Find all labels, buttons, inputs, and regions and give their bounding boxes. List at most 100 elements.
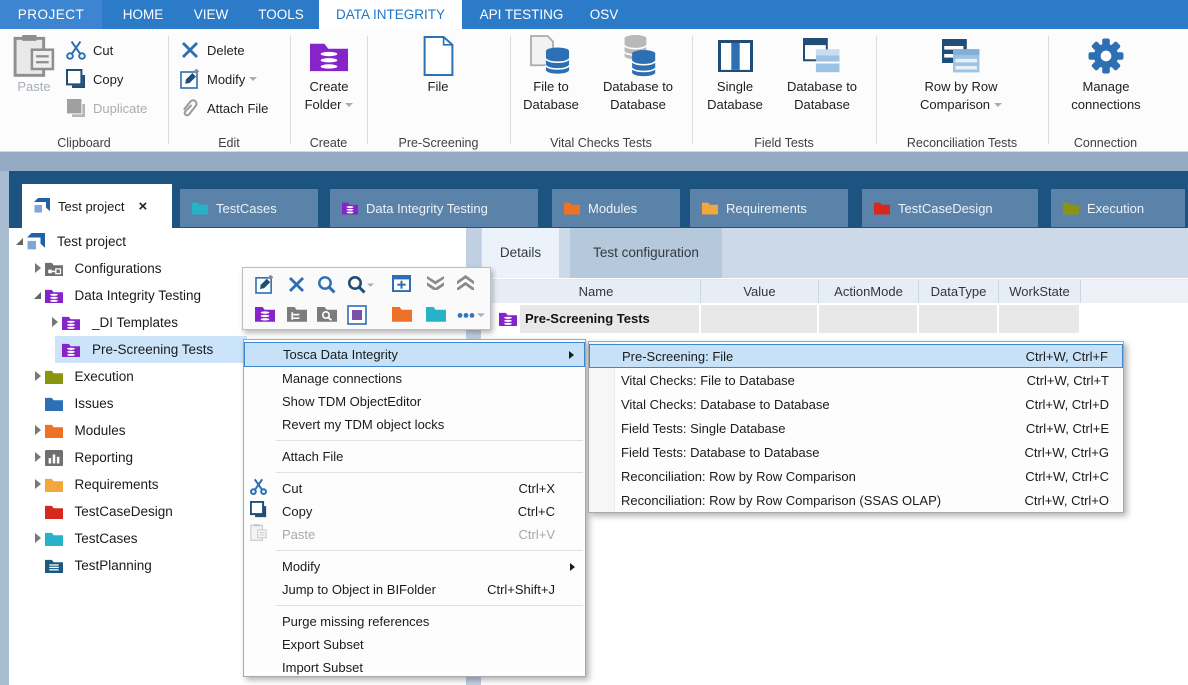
menu-item-export-subset[interactable]: Export Subset xyxy=(244,633,585,656)
tree-expander-collapsed-icon[interactable] xyxy=(35,452,41,462)
ribbon-button-file[interactable]: File xyxy=(408,34,468,96)
document-tab-test-project[interactable]: Test project× xyxy=(22,184,172,228)
tree-item-label: Data Integrity Testing xyxy=(75,282,202,309)
tree-expander-expanded-icon[interactable] xyxy=(34,292,41,299)
tree-expander-collapsed-icon[interactable] xyxy=(35,479,41,489)
submenu-item-3[interactable]: Vital Checks: Database to DatabaseCtrl+W… xyxy=(589,392,1123,416)
toolbar-folder-orange-icon[interactable] xyxy=(392,305,412,322)
folder-icon xyxy=(564,201,580,214)
duplicate-icon xyxy=(66,98,86,118)
toolbar-dots-more-icon[interactable] xyxy=(456,305,486,325)
menu-item-manage-connections[interactable]: Manage connections xyxy=(244,367,585,390)
submenu-item-1[interactable]: Pre-Screening: FileCtrl+W, Ctrl+F xyxy=(589,344,1123,368)
ribbon-button-database-to-database[interactable]: Database toDatabase xyxy=(593,34,683,113)
ribbon-button-cut[interactable]: Cut xyxy=(66,37,113,63)
menu-tab-home[interactable]: HOME xyxy=(112,0,174,29)
toolbar-expand-box-icon[interactable] xyxy=(392,275,411,292)
submenu-item-5[interactable]: Field Tests: Database to DatabaseCtrl+W,… xyxy=(589,440,1123,464)
ribbon-button-delete[interactable]: Delete xyxy=(180,37,245,63)
document-tab-modules[interactable]: Modules xyxy=(552,189,680,227)
grid-column-header-workstate[interactable]: WorkState xyxy=(999,280,1081,303)
menu-item-revert-my-tdm-object-locks[interactable]: Revert my TDM object locks xyxy=(244,413,585,436)
document-tab-testcases[interactable]: TestCases xyxy=(180,189,318,227)
ribbon-button-attach-file[interactable]: Attach File xyxy=(180,95,268,121)
toolbar-search-icon[interactable] xyxy=(317,275,336,294)
copy-icon xyxy=(66,69,86,89)
ribbon-button-copy[interactable]: Copy xyxy=(66,66,123,92)
tree-expander-collapsed-icon[interactable] xyxy=(35,425,41,435)
menu-item-import-subset[interactable]: Import Subset xyxy=(244,656,585,679)
menu-item-jump-to-object-in-bifolder[interactable]: Jump to Object in BIFolderCtrl+Shift+J xyxy=(244,578,585,601)
menu-item-cut[interactable]: CutCtrl+X xyxy=(244,477,585,500)
ribbon-button-label2-text: Database xyxy=(610,97,666,112)
submenu-item-6[interactable]: Reconciliation: Row by Row ComparisonCtr… xyxy=(589,464,1123,488)
ribbon-button-duplicate[interactable]: Duplicate xyxy=(66,95,147,121)
menu-tab-tools[interactable]: TOOLS xyxy=(248,0,314,29)
toolbar-chevrons-down-icon[interactable] xyxy=(426,275,445,290)
document-tab-testcasedesign[interactable]: TestCaseDesign xyxy=(862,189,1038,227)
menu-item-attach-file[interactable]: Attach File xyxy=(244,445,585,468)
close-tab-icon[interactable]: × xyxy=(138,198,147,215)
grid-column-header-value[interactable]: Value xyxy=(701,280,819,303)
ribbon-button-row-by-row-comparison[interactable]: Row by RowComparison xyxy=(906,34,1016,113)
submenu-item-2[interactable]: Vital Checks: File to DatabaseCtrl+W, Ct… xyxy=(589,368,1123,392)
tree-expander-collapsed-icon[interactable] xyxy=(35,371,41,381)
tree-expander-collapsed-icon[interactable] xyxy=(52,317,58,327)
grid-row[interactable]: Pre-Screening Tests xyxy=(492,305,1188,333)
document-tab-data-integrity-testing[interactable]: Data Integrity Testing xyxy=(330,189,538,227)
menu-tab-api-testing[interactable]: API TESTING xyxy=(468,0,575,29)
toolbar-folder-teal-icon[interactable] xyxy=(426,305,446,322)
ribbon-button-database-to-database[interactable]: Database toDatabase xyxy=(777,34,867,113)
ribbon-button-label2: Folder xyxy=(297,96,361,114)
document-tab-requirements[interactable]: Requirements xyxy=(690,189,848,227)
grid-column-header-name[interactable]: Name xyxy=(492,280,701,303)
menu-tab-view[interactable]: VIEW xyxy=(182,0,240,29)
menu-item-tosca-data-integrity[interactable]: Tosca Data Integrity xyxy=(244,342,585,367)
menu-item-paste[interactable]: PasteCtrl+V xyxy=(244,523,585,546)
details-tabstrip: DetailsTest configuration xyxy=(481,228,1188,278)
menu-item-purge-missing-references[interactable]: Purge missing references xyxy=(244,610,585,633)
ribbon-button-label2: Comparison xyxy=(906,96,1016,114)
toolbar-folder-db-purple-icon[interactable] xyxy=(255,305,275,322)
toolbar-modify-icon[interactable] xyxy=(255,275,274,294)
toolbar-folder-search-icon[interactable] xyxy=(317,305,337,322)
menu-item-modify[interactable]: Modify xyxy=(244,555,585,578)
menu-item-copy[interactable]: CopyCtrl+C xyxy=(244,500,585,523)
ribbon-button-label2-text: Comparison xyxy=(920,97,990,112)
tree-folder-icon xyxy=(45,531,63,546)
tree-expander-expanded-icon[interactable] xyxy=(16,238,23,245)
tree-expander-collapsed-icon[interactable] xyxy=(35,263,41,273)
ribbon-button-single-database[interactable]: SingleDatabase xyxy=(695,34,775,113)
toolbar-search-drop-icon[interactable] xyxy=(347,275,374,294)
ribbon-button-create-folder[interactable]: CreateFolder xyxy=(297,34,361,113)
toolbar-delete-x-icon[interactable] xyxy=(287,275,306,294)
folder-icon xyxy=(702,201,718,214)
menu-item-label: Revert my TDM object locks xyxy=(282,417,444,432)
details-tab-details[interactable]: Details xyxy=(482,228,559,278)
toolbar-chevrons-up-icon[interactable] xyxy=(456,275,475,290)
db-to-db-icon xyxy=(617,35,659,77)
document-tab-execution[interactable]: Execution xyxy=(1051,189,1185,227)
menu-item-show-tdm-objecteditor[interactable]: Show TDM ObjectEditor xyxy=(244,390,585,413)
menu-cut-icon xyxy=(250,478,267,495)
ribbon-button-label: Copy xyxy=(93,72,123,87)
submenu-item-7[interactable]: Reconciliation: Row by Row Comparison (S… xyxy=(589,488,1123,512)
ribbon-button-file-to-database[interactable]: File toDatabase xyxy=(511,34,591,113)
ribbon-button-manage-connections[interactable]: Manageconnections xyxy=(1058,34,1154,113)
ribbon-button-label: Duplicate xyxy=(93,101,147,116)
details-tab-test-configuration[interactable]: Test configuration xyxy=(570,228,722,278)
grid-column-header-actionmode[interactable]: ActionMode xyxy=(819,280,919,303)
ribbon-button-paste[interactable]: Paste xyxy=(8,34,60,96)
paste-icon xyxy=(13,35,55,77)
ribbon-button-modify[interactable]: Modify xyxy=(180,66,257,92)
tree-item-test-project[interactable]: Test project xyxy=(9,228,466,255)
menu-tab-project[interactable]: PROJECT xyxy=(0,0,102,29)
menu-tab-data-integrity[interactable]: DATA INTEGRITY xyxy=(319,0,462,29)
tree-expander-collapsed-icon[interactable] xyxy=(35,533,41,543)
submenu-item-4[interactable]: Field Tests: Single DatabaseCtrl+W, Ctrl… xyxy=(589,416,1123,440)
tree-item-label: Modules xyxy=(75,417,126,444)
menu-tab-osv[interactable]: OSV xyxy=(580,0,628,29)
toolbar-square-purple-icon[interactable] xyxy=(347,305,367,325)
grid-column-header-datatype[interactable]: DataType xyxy=(919,280,999,303)
toolbar-folder-tree-icon[interactable] xyxy=(287,305,307,322)
